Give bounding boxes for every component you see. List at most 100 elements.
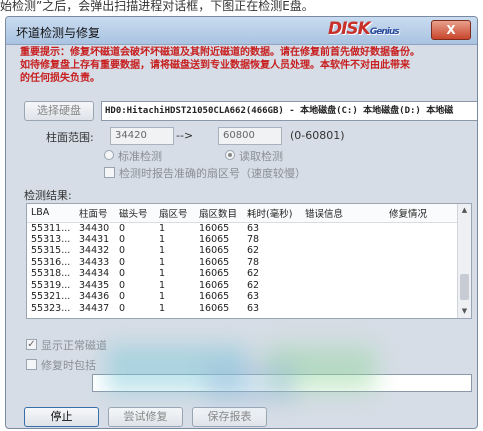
results-scrollbar[interactable]: ▲ ▼ <box>457 204 471 318</box>
table-row[interactable]: 55313... 34431 0 1 16065 78 <box>27 234 457 246</box>
column-header[interactable]: 扇区号 <box>155 204 195 223</box>
standard-check-radio[interactable] <box>104 150 114 160</box>
table-cell <box>301 245 385 257</box>
table-row[interactable]: 55319... 34435 0 1 16065 62 <box>27 280 457 292</box>
range-arrow: --> <box>176 129 194 142</box>
table-cell: 0 <box>119 256 126 268</box>
table-cell: 16065 <box>199 279 230 291</box>
table-row[interactable]: 55321... 34436 0 1 16065 63 <box>27 291 457 303</box>
stop-button[interactable]: 停止 <box>24 407 99 427</box>
read-check-radio[interactable] <box>225 150 235 160</box>
scroll-down-icon[interactable]: ▼ <box>458 305 471 318</box>
try-repair-button[interactable]: 尝试修复 <box>108 407 183 427</box>
disk-info-field: HD0:HitachiHDST21050CLA662(466GB) - 本地磁盘… <box>101 101 477 121</box>
warning-line: 如待修复盘上存有重要数据，请将磁盘送到专业数据恢复人员处理。本软件不对由此带来 <box>20 60 410 71</box>
table-cell: 16065 <box>199 222 230 234</box>
logo-text: DISK <box>328 19 371 39</box>
table-cell: 62 <box>247 279 260 291</box>
show-normal-checkbox[interactable]: ✓ <box>26 339 37 350</box>
results-label: 检测结果: <box>24 189 72 202</box>
table-cell: 1 <box>159 302 166 314</box>
table-cell: 0 <box>119 245 126 257</box>
report-sector-checkbox[interactable] <box>104 167 115 178</box>
column-header[interactable]: 扇区数目 <box>195 204 243 223</box>
column-header[interactable]: 磁头号 <box>115 204 155 223</box>
table-cell: 62 <box>247 245 260 257</box>
table-cell: 1 <box>159 256 166 268</box>
table-cell <box>301 291 385 303</box>
table-cell <box>385 234 457 246</box>
cylinder-end-input[interactable]: 60800 <box>218 127 282 145</box>
table-cell: 78 <box>247 233 260 245</box>
bad-sector-dialog: 坏道检测与修复 DISKGenius X 重要提示：修复坏磁道会破坏坏磁道及其附… <box>5 16 478 429</box>
table-cell: 62 <box>247 268 260 280</box>
column-header[interactable]: 耗时(毫秒) <box>243 204 301 223</box>
table-cell: 55311... <box>31 222 71 234</box>
results-table[interactable]: LBA 柱面号 磁头号 扇区号 扇区数目 耗时(毫秒) 错误信息 修复情况 55… <box>26 203 472 319</box>
table-cell <box>301 268 385 280</box>
table-cell <box>301 234 385 246</box>
column-header[interactable]: LBA <box>27 204 75 223</box>
show-normal-label: 显示正常磁道 <box>41 339 107 352</box>
table-cell <box>385 245 457 257</box>
column-header[interactable]: 柱面号 <box>75 204 115 223</box>
table-cell: 1 <box>159 222 166 234</box>
logo-subtext: Genius <box>369 27 400 37</box>
table-cell: 34434 <box>79 268 110 280</box>
table-cell: 16065 <box>199 233 230 245</box>
table-cell: 1 <box>159 268 166 280</box>
table-cell <box>385 280 457 292</box>
table-cell: 0 <box>119 279 126 291</box>
page-caption: 始检测”之后，会弹出扫描进程对话框，下图正在检测E盘。 <box>0 0 314 13</box>
table-cell <box>301 280 385 292</box>
table-row[interactable]: 55315... 34432 0 1 16065 62 <box>27 245 457 257</box>
table-cell: 0 <box>119 233 126 245</box>
table-cell: 55321... <box>31 291 71 303</box>
table-row[interactable]: 55311... 34430 0 1 16065 63 <box>27 222 457 234</box>
table-cell: 55315... <box>31 245 71 257</box>
table-cell <box>385 291 457 303</box>
table-cell: 34431 <box>79 233 110 245</box>
title-bar: 坏道检测与修复 DISKGenius X <box>6 17 477 45</box>
table-cell <box>301 257 385 269</box>
table-cell: 34430 <box>79 222 110 234</box>
table-cell: 1 <box>159 279 166 291</box>
table-row[interactable]: 55323... 34437 0 1 16065 63 <box>27 303 457 315</box>
select-disk-button[interactable]: 选择硬盘 <box>24 101 94 121</box>
table-cell: 63 <box>247 291 260 303</box>
table-cell <box>301 303 385 315</box>
table-cell <box>385 222 457 234</box>
table-cell: 34432 <box>79 245 110 257</box>
scroll-thumb[interactable] <box>460 274 469 300</box>
table-cell: 55319... <box>31 279 71 291</box>
table-cell: 55313... <box>31 233 71 245</box>
table-cell: 55316... <box>31 256 71 268</box>
table-row[interactable]: 55316... 34433 0 1 16065 78 <box>27 257 457 269</box>
table-cell <box>301 222 385 234</box>
table-cell: 63 <box>247 302 260 314</box>
standard-check-label: 标准检测 <box>118 150 162 163</box>
save-report-button[interactable]: 保存报表 <box>192 407 267 427</box>
table-cell: 34433 <box>79 256 110 268</box>
repair-when-checkbox[interactable] <box>26 359 37 370</box>
table-cell: 55323... <box>31 302 71 314</box>
close-button[interactable]: X <box>431 20 471 40</box>
table-cell: 16065 <box>199 302 230 314</box>
cylinder-range-label: 柱面范围: <box>46 131 94 144</box>
table-cell: 1 <box>159 233 166 245</box>
table-cell: 1 <box>159 245 166 257</box>
table-cell: 0 <box>119 268 126 280</box>
table-cell: 55318... <box>31 268 71 280</box>
table-cell: 16065 <box>199 268 230 280</box>
column-header[interactable]: 错误信息 <box>301 204 385 223</box>
table-row[interactable]: 55318... 34434 0 1 16065 62 <box>27 268 457 280</box>
warning-line: 的任何损失负责。 <box>20 73 100 84</box>
scroll-up-icon[interactable]: ▲ <box>458 204 471 217</box>
cylinder-start-input[interactable]: 34420 <box>110 127 174 145</box>
table-cell: 0 <box>119 291 126 303</box>
warning-line: 重要提示：修复坏磁道会破坏坏磁道及其附近磁道的数据。请在修复前首先做好数据备份。 <box>20 47 420 58</box>
column-header[interactable]: 修复情况 <box>385 204 457 223</box>
diskgenius-logo: DISKGenius <box>328 19 423 43</box>
scan-progress-bar <box>92 374 472 392</box>
table-cell <box>385 257 457 269</box>
